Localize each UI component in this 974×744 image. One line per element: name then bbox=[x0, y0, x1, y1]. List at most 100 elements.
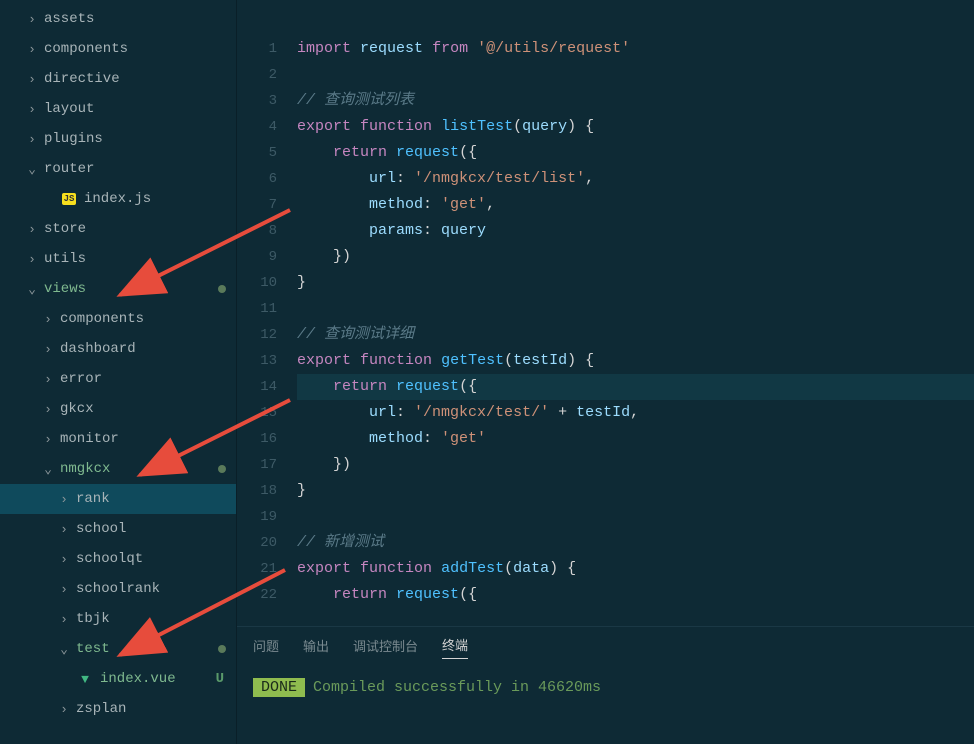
folder-gkcx[interactable]: › gkcx bbox=[0, 394, 236, 424]
tree-item-label: store bbox=[44, 221, 236, 237]
terminal-tabs: 问题 输出 调试控制台 终端 bbox=[253, 627, 958, 667]
terminal-tab-0[interactable]: 问题 bbox=[253, 636, 279, 659]
chevron-right-icon: › bbox=[24, 102, 40, 117]
tree-item-label: layout bbox=[44, 101, 236, 117]
modified-dot-icon bbox=[218, 645, 226, 653]
line-number: 9 bbox=[237, 244, 277, 270]
tree-item-label: tbjk bbox=[76, 611, 236, 627]
tree-item-label: gkcx bbox=[60, 401, 236, 417]
tree-item-label: utils bbox=[44, 251, 236, 267]
line-number: 7 bbox=[237, 192, 277, 218]
file-index-js[interactable]: JS index.js bbox=[0, 184, 236, 214]
folder-store[interactable]: › store bbox=[0, 214, 236, 244]
folder-utils[interactable]: › utils bbox=[0, 244, 236, 274]
chevron-right-icon: › bbox=[24, 132, 40, 147]
folder-rank[interactable]: › rank bbox=[0, 484, 236, 514]
folder-views[interactable]: ⌄ views bbox=[0, 274, 236, 304]
file-index-vue[interactable]: ▼index.vueU bbox=[0, 664, 236, 694]
tree-item-label: monitor bbox=[60, 431, 236, 447]
tree-item-label: dashboard bbox=[60, 341, 236, 357]
line-number: 16 bbox=[237, 426, 277, 452]
tree-item-label: index.vue bbox=[100, 671, 216, 687]
chevron-right-icon: › bbox=[56, 552, 72, 567]
chevron-right-icon: › bbox=[24, 252, 40, 267]
tree-item-label: schoolrank bbox=[76, 581, 236, 597]
chevron-down-icon: ⌄ bbox=[24, 282, 40, 297]
line-number: 13 bbox=[237, 348, 277, 374]
line-number: 11 bbox=[237, 296, 277, 322]
line-number: 1 bbox=[237, 36, 277, 62]
chevron-right-icon: › bbox=[24, 72, 40, 87]
folder-zsplan[interactable]: ›zsplan bbox=[0, 694, 236, 724]
folder-nmgkcx[interactable]: ⌄nmgkcx bbox=[0, 454, 236, 484]
folder-test[interactable]: ⌄test bbox=[0, 634, 236, 664]
vue-file-icon: ▼ bbox=[76, 671, 94, 687]
folder-assets[interactable]: › assets bbox=[0, 4, 236, 34]
chevron-right-icon: › bbox=[40, 432, 56, 447]
tree-item-label: error bbox=[60, 371, 236, 387]
line-number: 2 bbox=[237, 62, 277, 88]
tree-item-label: components bbox=[60, 311, 236, 327]
terminal-panel: 问题 输出 调试控制台 终端 DONE Compiled successfully in… bbox=[237, 626, 974, 744]
line-number: 6 bbox=[237, 166, 277, 192]
done-badge: DONE bbox=[253, 678, 305, 697]
modified-dot-icon bbox=[218, 285, 226, 293]
tree-item-label: index.js bbox=[84, 191, 236, 207]
tree-item-label: assets bbox=[44, 11, 236, 27]
chevron-down-icon: ⌄ bbox=[24, 162, 40, 177]
folder-layout[interactable]: › layout bbox=[0, 94, 236, 124]
folder-router[interactable]: ⌄router bbox=[0, 154, 236, 184]
folder-tbjk[interactable]: › tbjk bbox=[0, 604, 236, 634]
line-number: 12 bbox=[237, 322, 277, 348]
tree-item-label: components bbox=[44, 41, 236, 57]
line-number: 3 bbox=[237, 88, 277, 114]
folder-monitor[interactable]: › monitor bbox=[0, 424, 236, 454]
folder-plugins[interactable]: ›plugins bbox=[0, 124, 236, 154]
chevron-right-icon: › bbox=[24, 12, 40, 27]
folder-directive[interactable]: › directive bbox=[0, 64, 236, 94]
line-number: 18 bbox=[237, 478, 277, 504]
tree-item-label: schoolqt bbox=[76, 551, 236, 567]
chevron-right-icon: › bbox=[56, 522, 72, 537]
js-file-icon: JS bbox=[60, 191, 78, 207]
chevron-right-icon: › bbox=[56, 582, 72, 597]
tree-item-label: directive bbox=[44, 71, 236, 87]
line-number: 21 bbox=[237, 556, 277, 582]
chevron-right-icon: › bbox=[40, 402, 56, 417]
folder-error[interactable]: › error bbox=[0, 364, 236, 394]
chevron-down-icon: ⌄ bbox=[56, 642, 72, 657]
compile-message: Compiled successfully in 46620ms bbox=[313, 679, 601, 696]
terminal-tab-1[interactable]: 输出 bbox=[303, 636, 329, 659]
folder-school[interactable]: › school bbox=[0, 514, 236, 544]
line-number: 10 bbox=[237, 270, 277, 296]
chevron-right-icon: › bbox=[40, 372, 56, 387]
folder-schoolrank[interactable]: › schoolrank bbox=[0, 574, 236, 604]
folder-components[interactable]: ›components bbox=[0, 304, 236, 334]
tree-item-label: school bbox=[76, 521, 236, 537]
terminal-tab-2[interactable]: 调试控制台 bbox=[353, 636, 418, 659]
terminal-tab-3[interactable]: 终端 bbox=[442, 635, 468, 659]
tree-item-label: zsplan bbox=[76, 701, 236, 717]
chevron-right-icon: › bbox=[40, 342, 56, 357]
chevron-down-icon: ⌄ bbox=[40, 462, 56, 477]
line-number: 20 bbox=[237, 530, 277, 556]
code-editor: 12345678910111213141516171819202122 impo… bbox=[237, 0, 974, 744]
chevron-right-icon: › bbox=[56, 612, 72, 627]
tree-item-label: rank bbox=[76, 491, 236, 507]
line-number: 17 bbox=[237, 452, 277, 478]
line-number: 14 bbox=[237, 374, 277, 400]
folder-components[interactable]: › components bbox=[0, 34, 236, 64]
chevron-right-icon: › bbox=[24, 42, 40, 57]
tree-item-label: views bbox=[44, 281, 218, 297]
line-number-gutter: 12345678910111213141516171819202122 bbox=[237, 36, 297, 626]
line-number: 22 bbox=[237, 582, 277, 608]
code-content[interactable]: import request from '@/utils/request' //… bbox=[297, 36, 974, 626]
line-number: 8 bbox=[237, 218, 277, 244]
chevron-right-icon: › bbox=[24, 222, 40, 237]
chevron-right-icon: › bbox=[56, 492, 72, 507]
folder-schoolqt[interactable]: › schoolqt bbox=[0, 544, 236, 574]
file-explorer-sidebar[interactable]: ›assets›components›directive›layout›plug… bbox=[0, 0, 237, 744]
modified-dot-icon bbox=[218, 465, 226, 473]
terminal-output: DONE Compiled successfully in 46620ms bbox=[253, 667, 958, 696]
folder-dashboard[interactable]: › dashboard bbox=[0, 334, 236, 364]
